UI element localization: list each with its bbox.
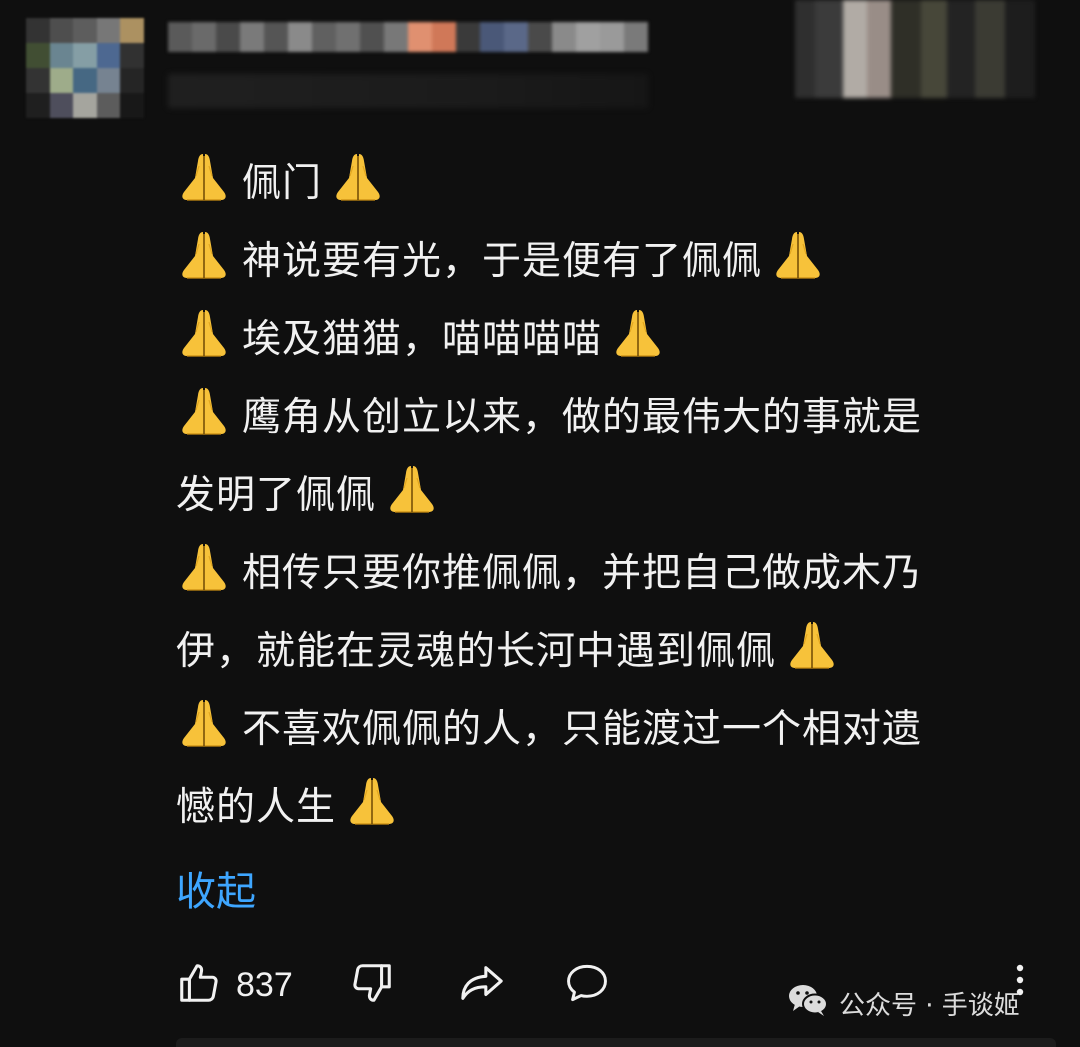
comment-line: 埃及猫猫，喵喵喵喵 <box>176 301 1036 379</box>
comment-line: 伊，就能在灵魂的长河中遇到佩佩 <box>176 613 1036 691</box>
comment-line: 发明了佩佩 <box>176 457 1036 535</box>
thumbs-down-icon <box>349 960 395 1010</box>
reply-bubble-icon <box>563 960 611 1010</box>
folded-hands-icon <box>770 230 826 280</box>
folded-hands-icon <box>610 308 666 358</box>
dislike-button[interactable] <box>349 960 395 1010</box>
folded-hands-icon <box>176 386 232 436</box>
like-button[interactable]: 837 <box>176 960 293 1010</box>
header-image-blurred <box>795 0 1035 98</box>
comment-line-text: 神说要有光，于是便有了佩佩 <box>242 239 763 284</box>
folded-hands-icon <box>784 620 840 670</box>
comment-line-text: 伊，就能在灵魂的长河中遇到佩佩 <box>176 629 777 674</box>
comment-line: 不喜欢佩佩的人，只能渡过一个相对遗 <box>176 691 1036 769</box>
folded-hands-icon <box>344 776 400 826</box>
watermark-text: 公众号 · 手谈姬 <box>839 991 1020 1021</box>
comment-line: 相传只要你推佩佩，并把自己做成木乃 <box>176 535 1036 613</box>
comment-line-text: 佩门 <box>242 161 323 206</box>
collapse-link[interactable]: 收起 <box>176 862 256 922</box>
folded-hands-icon <box>176 698 232 748</box>
thumbs-up-icon <box>176 960 222 1010</box>
folded-hands-icon <box>330 152 386 202</box>
share-button[interactable] <box>457 960 507 1010</box>
comment-line-text: 憾的人生 <box>176 785 337 830</box>
folded-hands-icon <box>384 464 440 514</box>
comment-line-text: 不喜欢佩佩的人，只能渡过一个相对遗 <box>242 707 923 752</box>
folded-hands-icon <box>176 230 232 280</box>
timestamp-blurred <box>168 74 648 108</box>
comment-line: 神说要有光，于是便有了佩佩 <box>176 223 1036 301</box>
like-count: 837 <box>236 965 293 1004</box>
comment-header <box>0 0 1080 120</box>
share-icon <box>457 960 507 1010</box>
comment-line-text: 埃及猫猫，喵喵喵喵 <box>242 317 603 362</box>
comment-line-text: 发明了佩佩 <box>176 473 377 518</box>
comment-line: 憾的人生 <box>176 769 1036 847</box>
folded-hands-icon <box>176 542 232 592</box>
next-comment-edge <box>176 1038 1056 1047</box>
comment-line-text: 相传只要你推佩佩，并把自己做成木乃 <box>242 551 923 596</box>
avatar[interactable] <box>26 18 144 118</box>
folded-hands-icon <box>176 308 232 358</box>
wechat-icon <box>787 982 829 1025</box>
comment-line: 佩门 <box>176 145 1036 223</box>
folded-hands-icon <box>176 152 232 202</box>
comment-line-text: 鹰角从创立以来，做的最伟大的事就是 <box>242 395 923 440</box>
username-blurred[interactable] <box>168 22 648 52</box>
comment-line: 鹰角从创立以来，做的最伟大的事就是 <box>176 379 1036 457</box>
watermark: 公众号 · 手谈姬 <box>787 982 1020 1025</box>
comment-text: 佩门神说要有光，于是便有了佩佩 埃及猫猫，喵喵喵喵鹰角从创立以来，做的最伟大的事就… <box>176 145 1036 847</box>
reply-button[interactable] <box>563 960 611 1010</box>
comment-actions: 837 <box>176 955 611 1015</box>
